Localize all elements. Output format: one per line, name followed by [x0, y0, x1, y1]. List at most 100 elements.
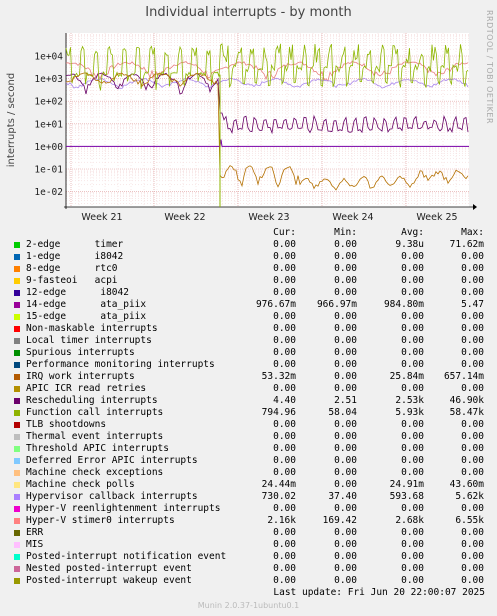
legend-cur: 794.96: [261, 407, 296, 418]
legend-label: Non-maskable interrupts: [26, 323, 158, 334]
legend-row: Posted-interrupt wakeup event 0.00 0.00 0.0…: [0, 575, 497, 587]
legend-label: Machine check polls: [26, 479, 135, 490]
y-tick-label: 1e+03: [34, 74, 63, 85]
legend-min: 0.00: [334, 467, 357, 478]
legend-label: Hypervisor callback interrupts: [26, 491, 198, 502]
legend-swatch: [14, 422, 20, 428]
legend-cur: 0.00: [273, 239, 296, 250]
legend-min: 0.00: [334, 455, 357, 466]
legend-swatch: [14, 314, 20, 320]
legend-max: 0.00: [461, 359, 484, 370]
legend-min: 0.00: [334, 503, 357, 514]
y-tick-label: 1e-01: [34, 165, 63, 176]
legend-min: 169.42: [322, 515, 357, 526]
legend-cur: 0.00: [273, 287, 296, 298]
legend-avg: 0.00: [401, 287, 424, 298]
legend-cur: 0.00: [273, 503, 296, 514]
legend-cur: 0.00: [273, 263, 296, 274]
legend-label: Performance monitoring interrupts: [26, 359, 215, 370]
legend-max: 0.00: [461, 335, 484, 346]
legend-avg: 24.91m: [389, 479, 424, 490]
y-axis-label: interrupts / second: [6, 73, 17, 167]
legend-min: 0.00: [334, 347, 357, 358]
legend-avg: 0.00: [401, 551, 424, 562]
legend-max: 0.00: [461, 539, 484, 550]
legend-min: 0.00: [334, 539, 357, 550]
legend-cur: 0.00: [273, 347, 296, 358]
legend-swatch: [14, 374, 20, 380]
legend-cur: 0.00: [273, 251, 296, 262]
legend-min: 0.00: [334, 323, 357, 334]
legend-max: 0.00: [461, 287, 484, 298]
legend-min: 0.00: [334, 275, 357, 286]
legend-cur: 0.00: [273, 431, 296, 442]
legend-avg: 0.00: [401, 455, 424, 466]
legend-label: Posted-interrupt wakeup event: [26, 575, 192, 586]
legend-row: 9-fasteoi acpi 0.00 0.00 0.00 0.00: [0, 275, 497, 287]
legend-cur: 0.00: [273, 311, 296, 322]
legend-cur: 53.32m: [261, 371, 296, 382]
legend-swatch: [14, 554, 20, 560]
legend-min: 0.00: [334, 383, 357, 394]
legend-cur: 0.00: [273, 467, 296, 478]
header-min: Min:: [334, 227, 357, 238]
legend-min: 0.00: [334, 263, 357, 274]
legend-avg: 25.84m: [389, 371, 424, 382]
legend-max: 0.00: [461, 311, 484, 322]
legend-cur: 4.40: [273, 395, 296, 406]
legend-label: 15-edge ata_piix: [26, 311, 147, 322]
legend-row: Nested posted-interrupt event 0.00 0.00 0.0…: [0, 563, 497, 575]
legend-cur: 0.00: [273, 359, 296, 370]
header-cur: Cur:: [273, 227, 296, 238]
legend-max: 0.00: [461, 347, 484, 358]
legend-avg: 593.68: [389, 491, 424, 502]
x-tick-label: Week 21: [81, 212, 122, 223]
legend-avg: 2.68k: [395, 515, 424, 526]
legend-label: 8-edge rtc0: [26, 263, 118, 274]
legend-swatch: [14, 578, 20, 584]
legend-swatch: [14, 410, 20, 416]
y-tick-label: 1e+04: [34, 52, 63, 63]
legend-max: 0.00: [461, 575, 484, 586]
legend-swatch: [14, 386, 20, 392]
legend-cur: 0.00: [273, 443, 296, 454]
legend-swatch: [14, 458, 20, 464]
legend-avg: 0.00: [401, 419, 424, 430]
legend-avg: 0.00: [401, 539, 424, 550]
legend-label: Posted-interrupt notification event: [26, 551, 227, 562]
legend-min: 0.00: [334, 419, 357, 430]
y-tick-label: 1e+02: [34, 97, 63, 108]
legend-min: 0.00: [334, 527, 357, 538]
legend-max: 0.00: [461, 563, 484, 574]
legend-swatch: [14, 302, 20, 308]
legend-row: Spurious interrupts 0.00 0.00 0.00 0.00: [0, 347, 497, 359]
y-tick-label: 1e-02: [34, 187, 63, 198]
legend-avg: 0.00: [401, 575, 424, 586]
legend-row: Deferred Error APIC interrupts 0.00 0.00 0.…: [0, 455, 497, 467]
legend-label: MIS: [26, 539, 44, 550]
legend-cur: 730.02: [261, 491, 296, 502]
legend-swatch: [14, 398, 20, 404]
legend-cur: 0.00: [273, 539, 296, 550]
legend-min: 0.00: [334, 335, 357, 346]
header-max: Max:: [461, 227, 484, 238]
legend-avg: 0.00: [401, 467, 424, 478]
y-tick-labels: 1e+04 1e+03 1e+02 1e+01 1e+00 1e-01 1e-02: [34, 52, 63, 199]
legend-avg: 0.00: [401, 347, 424, 358]
legend-swatch: [14, 254, 20, 260]
legend-max: 0.00: [461, 263, 484, 274]
legend-swatch: [14, 470, 20, 476]
legend-swatch: [14, 362, 20, 368]
legend-swatch: [14, 266, 20, 272]
legend-row: Hypervisor callback interrupts 730.02 37.4…: [0, 491, 497, 503]
legend-cur: 0.00: [273, 275, 296, 286]
legend-max: 0.00: [461, 251, 484, 262]
legend-label: Hyper-V reenlightenment interrupts: [26, 503, 221, 514]
legend-cur: 2.16k: [267, 515, 296, 526]
legend-min: 0.00: [334, 431, 357, 442]
legend-max: 0.00: [461, 419, 484, 430]
legend-max: 0.00: [461, 467, 484, 478]
legend-cur: 0.00: [273, 575, 296, 586]
legend-swatch: [14, 542, 20, 548]
legend-row: Machine check exceptions 0.00 0.00 0.00 0.00: [0, 467, 497, 479]
